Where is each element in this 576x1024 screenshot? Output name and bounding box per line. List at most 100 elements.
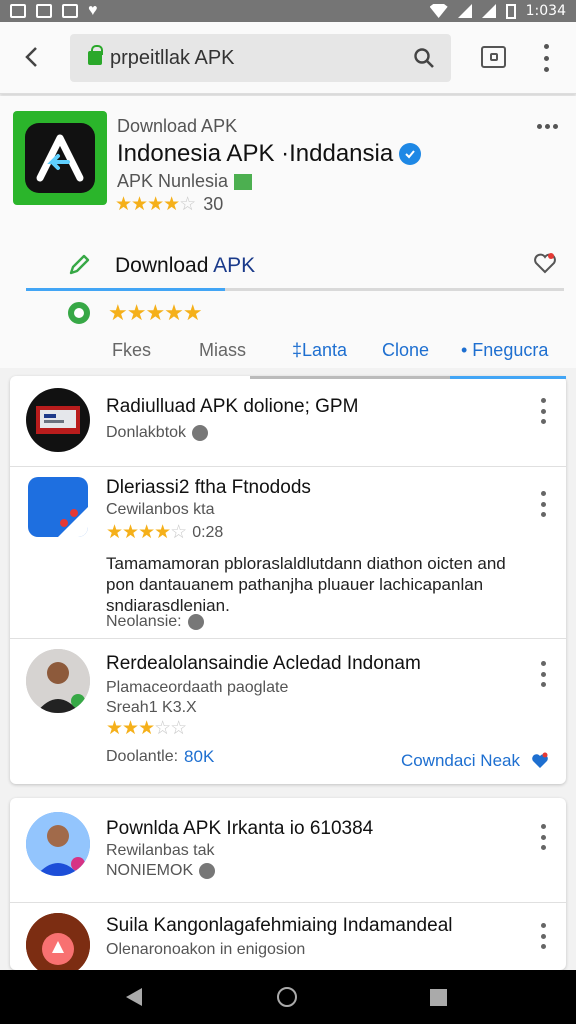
info-badge-icon <box>192 425 209 441</box>
item-subtitle-2: NONIEMOK <box>106 862 216 880</box>
nav-home-icon[interactable] <box>277 987 297 1007</box>
filter-tab-2[interactable]: Miass <box>199 340 246 361</box>
item-subtitle: Donlakbtok <box>106 424 209 442</box>
item-title: Suila Kangonlagafehmiaing Indamandeal <box>106 915 453 936</box>
item-footer: Neolansie: <box>106 613 204 631</box>
list-item[interactable]: Rerdealolansaindie Acledad Indonam Plama… <box>10 638 566 784</box>
item-rating-text: 0:28 <box>192 524 224 541</box>
item-menu-button[interactable] <box>537 824 549 850</box>
filter-tab-4[interactable]: Clone <box>382 340 429 361</box>
filter-tab-5[interactable]: • Fnegucra <box>461 340 548 361</box>
status-dot-icon <box>68 302 90 324</box>
rating-summary: ★★★★★ <box>68 300 203 325</box>
card-action-link[interactable]: Cowndaci Neak <box>401 751 520 771</box>
rating-stars: ★★★★ ☆ <box>115 193 196 215</box>
info-badge-icon <box>199 863 216 879</box>
wishlist-heart-icon[interactable] <box>532 250 558 276</box>
url-field[interactable]: prpeitllak APK <box>70 34 451 82</box>
system-nav-bar <box>0 970 576 1024</box>
download-progress <box>26 288 564 291</box>
mail-notification-icon <box>36 4 52 18</box>
item-subtitle: Olenaronoakon in enigosion <box>106 941 306 958</box>
results-card-2: Pownlda APK Irkanta io 610384 Rewilanbas… <box>10 798 566 970</box>
app-title-text: Indonesia APK ·Inddansia <box>117 140 394 167</box>
heart-notification-icon: ♥ <box>88 2 98 19</box>
back-arrow-icon[interactable] <box>22 44 48 70</box>
list-item[interactable]: Pownlda APK Irkanta io 610384 Rewilanbas… <box>10 798 566 902</box>
item-menu-button[interactable] <box>537 491 549 517</box>
system-icons: 1:034 <box>429 3 566 19</box>
signal-2-icon <box>481 4 496 18</box>
item-title: Rerdealolansaindie Acledad Indonam <box>106 653 421 674</box>
heart-icon[interactable] <box>530 751 550 771</box>
battery-icon <box>505 3 516 19</box>
pencil-icon <box>69 254 90 275</box>
lock-icon <box>88 45 103 65</box>
app-overline: Download APK <box>117 116 238 136</box>
filter-tab-1[interactable]: Fkes <box>112 340 151 361</box>
item-menu-button[interactable] <box>537 661 549 687</box>
app-title: Indonesia APK ·Inddansia <box>117 140 422 168</box>
filter-tabs: Fkes Miass ‡Lanta Clone • Fnegucra <box>0 332 576 368</box>
wifi-icon <box>429 4 448 18</box>
item-title: Radiulluad APK dolione; GPM <box>106 396 359 417</box>
download-button[interactable]: Download APK <box>115 254 255 278</box>
more-options-button[interactable] <box>537 124 558 129</box>
publisher-name: APK Nunlesia <box>117 171 229 191</box>
url-text: prpeitllak APK <box>110 46 235 69</box>
item-menu-button[interactable] <box>537 398 549 424</box>
item-stars: ★★★★ ☆ <box>106 522 187 543</box>
item-sub-text: Donlakbtok <box>106 424 187 441</box>
list-item[interactable]: Radiulluad APK dolione; GPM Donlakbtok <box>10 376 566 466</box>
nav-back-icon[interactable] <box>126 988 142 1006</box>
nav-recents-icon[interactable] <box>430 989 447 1006</box>
person-avatar-2 <box>26 812 90 876</box>
app-logo-icon <box>36 134 84 182</box>
item-subtitle: Rewilanbas tak <box>106 842 215 859</box>
tabs-icon <box>489 53 498 61</box>
signal-icon <box>457 4 472 18</box>
item-subtitle: Cewilanbos kta <box>106 501 215 518</box>
item-footer: Doolantle: 80K <box>106 747 214 767</box>
item-rating: ★★★ ☆☆ <box>106 718 187 739</box>
item-title: Pownlda APK Irkanta io 610384 <box>106 818 374 839</box>
image-notification-icon <box>10 4 26 18</box>
publisher-badge-icon <box>234 173 253 190</box>
download-label-accent: APK <box>213 254 256 277</box>
item-description: Tamamamoran pbloraslaldlutdann diathon o… <box>106 554 506 615</box>
item-rating: ★★★★ ☆ 0:28 <box>106 523 223 543</box>
results-card-1: Radiulluad APK dolione; GPM Donlakbtok D… <box>10 376 566 784</box>
download-row[interactable]: Download APK <box>26 248 564 290</box>
item-subtitle: Plamaceordaath paoglate <box>106 679 289 696</box>
rating-count: 30 <box>203 194 224 214</box>
search-icon[interactable] <box>413 47 435 69</box>
person-avatar <box>26 649 90 713</box>
app-icon[interactable] <box>13 111 107 205</box>
status-bar: ♥ 1:034 <box>0 0 576 22</box>
summary-stars: ★★★★★ <box>108 300 203 325</box>
blue-app-icon <box>28 477 88 537</box>
browser-menu-button[interactable] <box>538 44 554 72</box>
photo-notification-icon <box>62 4 78 18</box>
news-avatar <box>26 388 90 452</box>
info-badge-icon <box>187 614 204 630</box>
list-item[interactable]: Dleriassi2 ftha Ftnodods Cewilanbos kta … <box>10 466 566 638</box>
download-label-main: Download <box>115 254 209 277</box>
game-avatar <box>26 913 90 970</box>
item-footer-text: Neolansie: <box>106 613 182 630</box>
item-sub2-text: NONIEMOK <box>106 862 194 879</box>
item-subtitle-2: Sreah1 K3.X <box>106 699 197 716</box>
clock: 1:034 <box>525 3 566 19</box>
downloads-label: Doolantle: <box>106 748 179 765</box>
item-menu-button[interactable] <box>537 923 549 949</box>
tabs-button[interactable] <box>481 46 506 68</box>
list-item[interactable]: Suila Kangonlagafehmiaing Indamandeal Ol… <box>10 902 566 970</box>
filter-tab-3[interactable]: ‡Lanta <box>292 340 347 361</box>
verified-icon <box>399 143 422 165</box>
app-header: Download APK Indonesia APK ·Inddansia AP… <box>0 96 576 368</box>
app-rating: ★★★★ ☆ 30 <box>115 194 223 215</box>
item-stars: ★★★ ☆☆ <box>106 718 187 739</box>
app-publisher[interactable]: APK Nunlesia <box>117 171 253 192</box>
download-progress-fill <box>26 288 226 291</box>
notification-icons: ♥ <box>10 2 98 19</box>
